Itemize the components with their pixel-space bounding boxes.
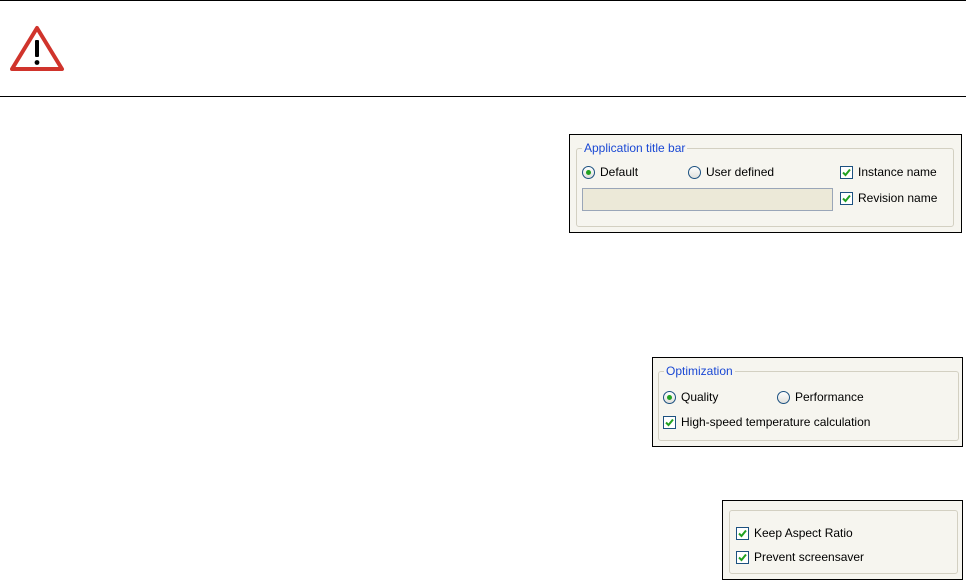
revision-name-label[interactable]: Revision name [858,191,937,205]
quality-radio[interactable]: Quality [663,389,718,405]
prevent-screensaver-check-box[interactable] [736,550,749,564]
performance-radio-label[interactable]: Performance [795,390,864,404]
performance-radio[interactable]: Performance [777,389,864,405]
instance-name-check-box[interactable] [840,165,853,179]
quality-radio-button[interactable] [663,390,676,404]
high-speed-temperature-label[interactable]: High-speed temperature calculation [681,415,870,429]
revision-name-checkbox[interactable]: Revision name [840,190,937,206]
warning-triangle-icon [10,26,64,71]
user-defined-radio-button[interactable] [688,165,701,179]
performance-radio-button[interactable] [777,390,790,404]
custom-title-input[interactable] [582,188,833,211]
checkmark-icon [738,553,747,561]
application-title-bar-panel: Application title bar Default User defin… [569,134,962,233]
application-title-bar-legend: Application title bar [582,141,688,155]
prevent-screensaver-label[interactable]: Prevent screensaver [754,550,864,564]
keep-aspect-ratio-check-box[interactable] [736,526,749,540]
instance-name-checkbox[interactable]: Instance name [840,164,937,180]
high-speed-temperature-checkbox[interactable]: High-speed temperature calculation [663,414,870,430]
keep-aspect-ratio-label[interactable]: Keep Aspect Ratio [754,526,853,540]
checkmark-icon [842,194,851,202]
top-divider [0,0,966,1]
user-defined-radio[interactable]: User defined [688,164,774,180]
keep-aspect-ratio-checkbox[interactable]: Keep Aspect Ratio [736,525,853,541]
header-divider [0,96,966,97]
revision-name-check-box[interactable] [840,191,853,205]
checkmark-icon [738,529,747,537]
high-speed-check-box[interactable] [663,415,676,429]
quality-radio-label[interactable]: Quality [681,390,718,404]
prevent-screensaver-checkbox[interactable]: Prevent screensaver [736,549,864,565]
user-defined-radio-label[interactable]: User defined [706,165,774,179]
checkmark-icon [842,168,851,176]
optimization-panel: Optimization Quality Performance High-sp… [652,357,963,447]
optimization-group: Optimization [658,364,959,441]
instance-name-label[interactable]: Instance name [858,165,937,179]
default-radio[interactable]: Default [582,164,638,180]
optimization-legend: Optimization [664,364,735,378]
display-options-panel: Keep Aspect Ratio Prevent screensaver [722,500,963,580]
checkmark-icon [665,418,674,426]
default-radio-button[interactable] [582,165,595,179]
default-radio-label[interactable]: Default [600,165,638,179]
